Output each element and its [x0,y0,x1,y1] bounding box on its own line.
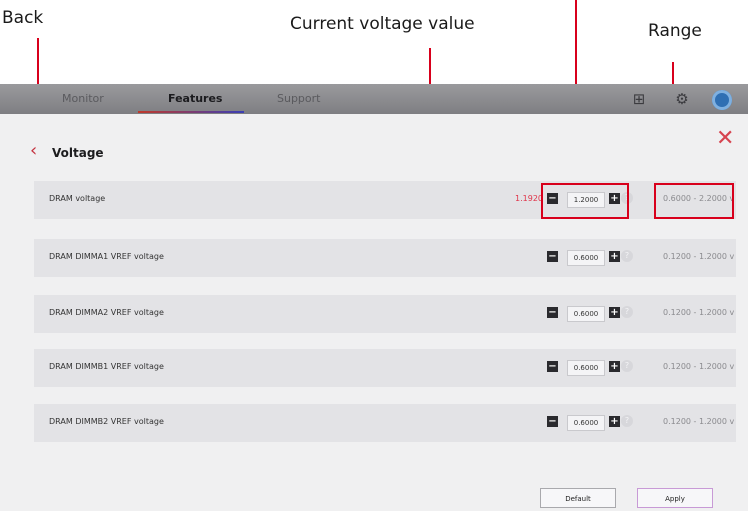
voltage-row: DRAM DIMMB1 VREF voltage − 0.6000 + ? 0.… [34,349,736,387]
annotation-range: Range [648,21,702,41]
range-text: 0.1200 - 1.2000 v [663,252,735,261]
active-tab-indicator [138,111,244,113]
minus-icon[interactable]: − [547,251,558,262]
row-label: DRAM voltage [49,194,106,203]
help-icon[interactable]: ? [621,360,633,372]
range-text: 0.1200 - 1.2000 v [663,308,735,317]
tab-monitor[interactable]: Monitor [62,92,104,105]
range-text: 0.1200 - 1.2000 v [663,417,735,426]
top-navigation-bar: Monitor Features Support ⊞ ⚙ [0,84,748,114]
range-text: 0.1200 - 1.2000 v [663,362,735,371]
plus-icon[interactable]: + [609,361,620,372]
help-icon[interactable]: ? [621,250,633,262]
gear-icon[interactable]: ⚙ [673,90,691,108]
annotation-current-voltage: Current voltage value [290,14,475,34]
plus-icon[interactable]: + [609,251,620,262]
tab-features[interactable]: Features [168,92,222,105]
page-title: Voltage [52,146,104,160]
current-voltage-value: 1.1920 [515,194,543,203]
annotation-box-stepper [541,183,629,219]
row-label: DRAM DIMMB2 VREF voltage [49,417,164,426]
help-icon[interactable]: ? [621,306,633,318]
annotation-back: Back [2,8,44,28]
voltage-input[interactable]: 0.6000 [567,306,605,322]
avatar[interactable] [712,90,732,110]
voltage-input[interactable]: 0.6000 [567,360,605,376]
voltage-row: DRAM DIMMA2 VREF voltage − 0.6000 + ? 0.… [34,295,736,333]
voltage-input[interactable]: 0.6000 [567,250,605,266]
annotation-box-range [654,183,734,219]
minus-icon[interactable]: − [547,307,558,318]
row-label: DRAM DIMMB1 VREF voltage [49,362,164,371]
row-label: DRAM DIMMA2 VREF voltage [49,308,164,317]
chevron-left-icon[interactable]: ‹ [30,142,37,160]
close-icon[interactable]: ✕ [716,128,734,150]
app-window: Monitor Features Support ⊞ ⚙ ‹ Voltage ✕… [0,84,748,511]
apply-button[interactable]: Apply [637,488,713,508]
voltage-row: DRAM voltage 1.1920 − 1.2000 + ? 0.6000 … [34,181,736,219]
voltage-row: DRAM DIMMA1 VREF voltage − 0.6000 + ? 0.… [34,239,736,277]
grid-icon[interactable]: ⊞ [630,90,648,108]
default-button[interactable]: Default [540,488,616,508]
plus-icon[interactable]: + [609,416,620,427]
help-icon[interactable]: ? [621,415,633,427]
plus-icon[interactable]: + [609,307,620,318]
minus-icon[interactable]: − [547,361,558,372]
voltage-input[interactable]: 0.6000 [567,415,605,431]
row-label: DRAM DIMMA1 VREF voltage [49,252,164,261]
tab-support[interactable]: Support [277,92,320,105]
voltage-row: DRAM DIMMB2 VREF voltage − 0.6000 + ? 0.… [34,404,736,442]
minus-icon[interactable]: − [547,416,558,427]
